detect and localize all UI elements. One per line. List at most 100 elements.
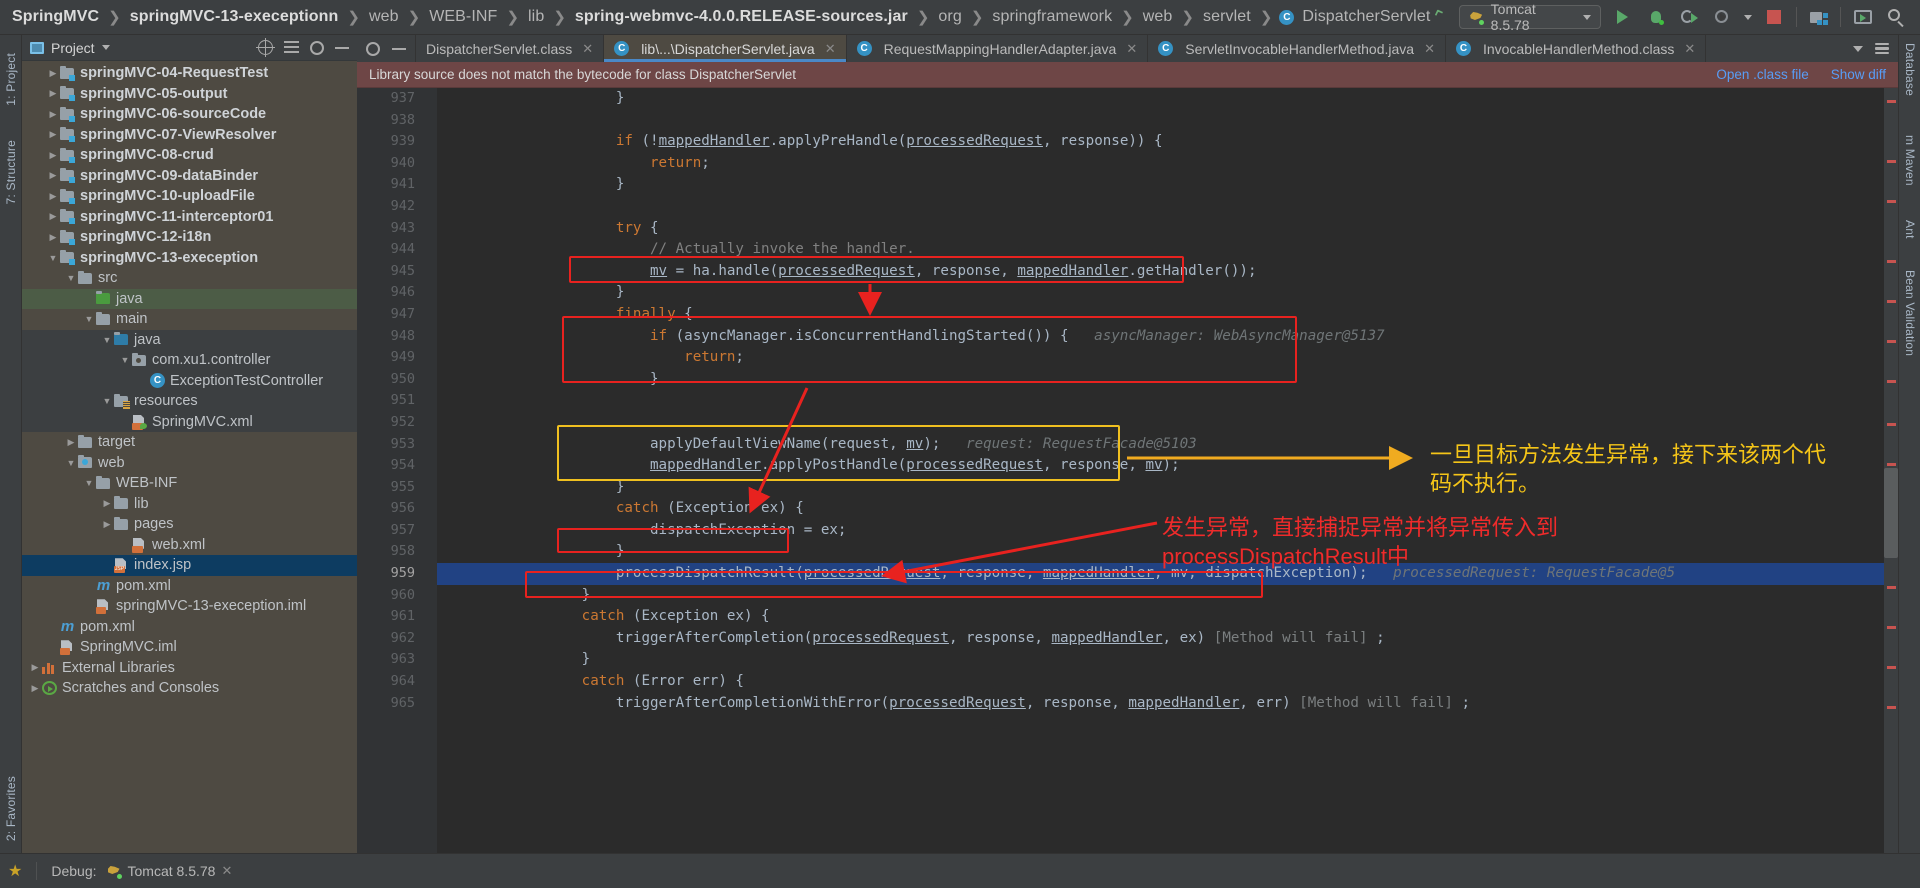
rail-item-database[interactable]: Database	[1903, 43, 1917, 96]
line-number[interactable]: 945	[357, 261, 437, 283]
update-app-button[interactable]	[1851, 5, 1874, 29]
tree-node-index-jsp[interactable]: JSP index.jsp	[22, 555, 357, 576]
line-number[interactable]: 955	[357, 477, 437, 499]
locate-icon[interactable]	[256, 38, 275, 57]
breadcrumb-item-springframework[interactable]: springframework	[990, 8, 1114, 26]
tree-node-resources[interactable]: ▼ resources	[22, 391, 357, 412]
tree-node-springmvc-09-databinder[interactable]: ▶ springMVC-09-dataBinder	[22, 166, 357, 187]
chevron-down-icon[interactable]: ▼	[118, 355, 132, 365]
editor-tab-lib-dispatcherservlet-java[interactable]: Clib\...\DispatcherServlet.java ✕	[604, 35, 847, 62]
open-class-file-link[interactable]: Open .class file	[1716, 67, 1808, 82]
tree-node-springmvc-10-uploadfile[interactable]: ▶ springMVC-10-uploadFile	[22, 186, 357, 207]
breadcrumb-item-webinf[interactable]: WEB-INF	[427, 8, 499, 26]
code-viewport[interactable]: 937 938 939 940 941 942 943 944 945 946 947 948 949 9…	[357, 88, 1898, 853]
line-number[interactable]: 940	[357, 153, 437, 175]
tree-node-java[interactable]: java	[22, 288, 357, 309]
breadcrumb-item-lib[interactable]: lib	[526, 8, 546, 26]
debug-button[interactable]	[1644, 5, 1667, 29]
line-number[interactable]: 956	[357, 498, 437, 520]
debug-tool-window-label[interactable]: Debug:	[51, 863, 96, 879]
chevron-down-icon[interactable]: ▼	[82, 478, 96, 488]
line-number[interactable]: 965	[357, 693, 437, 715]
line-number[interactable]: 959	[357, 563, 437, 585]
line-number[interactable]: 947	[357, 304, 437, 326]
line-number[interactable]: 948	[357, 326, 437, 348]
editor-tab-requestmappinghandleradapter-java[interactable]: C RequestMappingHandlerAdapter.java ✕	[847, 35, 1149, 62]
debug-session-tab[interactable]: Tomcat 8.5.78 ✕	[107, 863, 232, 879]
editor-marker-bar[interactable]	[1884, 88, 1898, 853]
tree-node-springmvc-04-requesttest[interactable]: ▶ springMVC-04-RequestTest	[22, 63, 357, 84]
search-everywhere-button[interactable]	[1885, 5, 1908, 29]
line-number[interactable]: 962	[357, 628, 437, 650]
chevron-down-icon[interactable]	[1853, 45, 1863, 52]
tree-node-pom-xml[interactable]: m pom.xml	[22, 617, 357, 638]
line-number[interactable]: 960	[357, 585, 437, 607]
rail-item-ant[interactable]: Ant	[1903, 220, 1917, 239]
tree-node-springmvc-12-i18n[interactable]: ▶ springMVC-12-i18n	[22, 227, 357, 248]
line-number[interactable]: 964	[357, 671, 437, 693]
tree-node-lib[interactable]: ▶ lib	[22, 494, 357, 515]
rail-item-maven[interactable]: m Maven	[1903, 135, 1917, 186]
chevron-right-icon[interactable]: ▶	[46, 232, 60, 243]
chevron-right-icon[interactable]: ▶	[28, 662, 42, 673]
chevron-right-icon[interactable]: ▶	[28, 683, 42, 694]
chevron-right-icon[interactable]: ▶	[64, 437, 78, 448]
project-structure-button[interactable]	[1807, 5, 1830, 29]
tree-node-springmvc-07-viewresolver[interactable]: ▶ springMVC-07-ViewResolver	[22, 125, 357, 146]
tree-node-web[interactable]: ▼ web	[22, 453, 357, 474]
editor-tab-invocablehandlermethod-class[interactable]: C InvocableHandlerMethod.class ✕	[1446, 35, 1707, 62]
chevron-right-icon[interactable]: ▶	[46, 109, 60, 120]
tree-node-java[interactable]: ▼ java	[22, 329, 357, 350]
tree-node-springmvc-13-exeception-iml[interactable]: springMVC-13-exeception.iml	[22, 596, 357, 617]
close-icon[interactable]: ✕	[1424, 41, 1435, 57]
line-number[interactable]: 961	[357, 606, 437, 628]
rail-item-structure[interactable]: 7: Structure	[4, 140, 18, 204]
line-number[interactable]: 963	[357, 649, 437, 671]
chevron-right-icon[interactable]: ▶	[46, 88, 60, 99]
hide-icon[interactable]	[335, 46, 349, 49]
line-number[interactable]: 939	[357, 131, 437, 153]
line-number[interactable]: 952	[357, 412, 437, 434]
editor-tab-servletinvocablehandlermethod-java[interactable]: C ServletInvocableHandlerMethod.java ✕	[1148, 35, 1446, 62]
line-number[interactable]: 950	[357, 369, 437, 391]
close-icon[interactable]: ✕	[1126, 41, 1137, 57]
close-icon[interactable]: ✕	[825, 41, 836, 57]
chevron-down-icon[interactable]: ▼	[46, 253, 60, 263]
breadcrumb-item-jar[interactable]: spring-webmvc-4.0.0.RELEASE-sources.jar	[573, 8, 910, 26]
settings-gear-icon[interactable]	[310, 40, 324, 55]
tree-node-pom-xml[interactable]: m pom.xml	[22, 576, 357, 597]
tree-node-external-libraries[interactable]: ▶ External Libraries	[22, 658, 357, 679]
tree-node-springmvc-iml[interactable]: SpringMVC.iml	[22, 637, 357, 658]
tree-node-pages[interactable]: ▶ pages	[22, 514, 357, 535]
line-number[interactable]: 958	[357, 541, 437, 563]
breadcrumb-item-web2[interactable]: web	[1141, 8, 1175, 26]
chevron-right-icon[interactable]: ▶	[46, 68, 60, 79]
line-number[interactable]: 943	[357, 218, 437, 240]
tree-node-scratches-and-consoles[interactable]: ▶ Scratches and Consoles	[22, 678, 357, 699]
tree-node-springmvc-06-sourcecode[interactable]: ▶ springMVC-06-sourceCode	[22, 104, 357, 125]
editor-hide-icon[interactable]	[392, 47, 406, 50]
tree-node-main[interactable]: ▼ main	[22, 309, 357, 330]
line-number[interactable]: 941	[357, 174, 437, 196]
tree-node-src[interactable]: ▼ src	[22, 268, 357, 289]
breadcrumb-item-org[interactable]: org	[936, 8, 963, 26]
profile-dropdown-icon[interactable]	[1744, 14, 1753, 20]
line-number[interactable]: 957	[357, 520, 437, 542]
breadcrumb-item-class[interactable]: DispatcherServlet	[1300, 8, 1432, 26]
show-diff-link[interactable]: Show diff	[1831, 67, 1886, 82]
hammer-icon[interactable]: ⌃	[1429, 2, 1453, 31]
editor-tab-dispatcherservlet-class[interactable]: DispatcherServlet.class ✕	[416, 35, 605, 62]
rail-item-bean-validation[interactable]: Bean Validation	[1903, 270, 1917, 356]
line-number[interactable]: 954	[357, 455, 437, 477]
stack-icon[interactable]	[1875, 42, 1889, 55]
tree-node-springmvc-05-output[interactable]: ▶ springMVC-05-output	[22, 84, 357, 105]
chevron-down-icon[interactable]	[1582, 14, 1591, 20]
collapse-all-icon[interactable]	[284, 41, 299, 54]
chevron-down-icon[interactable]: ▼	[64, 273, 78, 283]
line-number[interactable]: 953	[357, 434, 437, 456]
breadcrumb-item-module[interactable]: springMVC-13-execeptionn	[128, 8, 341, 26]
chevron-down-icon[interactable]: ▼	[100, 396, 114, 406]
tree-node-web-xml[interactable]: web.xml	[22, 535, 357, 556]
tree-node-exceptiontestcontroller[interactable]: C ExceptionTestController	[22, 370, 357, 391]
rerun-button[interactable]	[1678, 5, 1701, 29]
